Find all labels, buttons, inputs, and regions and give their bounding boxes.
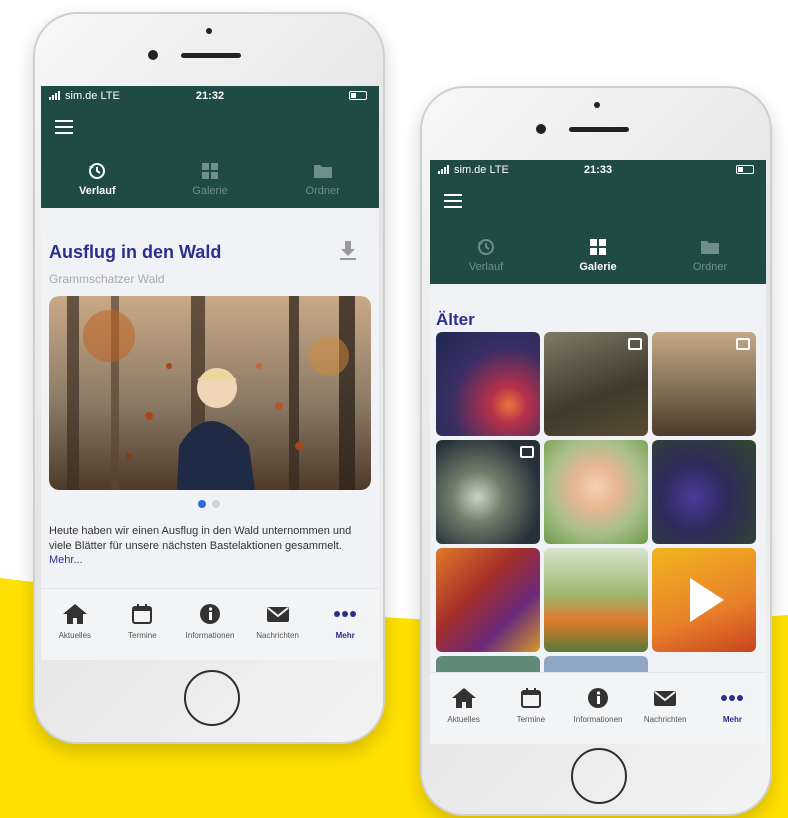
carousel-dot[interactable]: [212, 500, 220, 508]
post-title: Ausflug in den Wald: [49, 242, 222, 262]
screen-history: sim.de LTE 21:32 Verlauf Galerie Ordner: [41, 86, 379, 660]
mail-icon: [266, 607, 289, 622]
calendar-icon: [132, 604, 153, 624]
nav-aktuelles[interactable]: Aktuelles: [41, 589, 109, 660]
gallery-thumb-leaves[interactable]: [436, 548, 540, 652]
status-bar: sim.de LTE 21:33: [430, 160, 766, 180]
info-icon: [588, 688, 608, 708]
nav-nachrichten-label: Nachrichten: [643, 715, 687, 724]
hamburger-menu-icon[interactable]: [444, 194, 462, 208]
nav-mehr[interactable]: Mehr: [311, 589, 379, 660]
nav-termine[interactable]: Termine: [497, 673, 564, 744]
info-icon: [199, 604, 220, 624]
clock: 21:33: [583, 164, 613, 176]
grid-icon: [202, 163, 218, 179]
home-button[interactable]: [571, 748, 627, 804]
app-header: Verlauf Galerie Ordner: [430, 180, 766, 284]
post-location: Grammschatzer Wald: [49, 272, 165, 286]
battery-icon: [736, 165, 754, 174]
nav-informationen-label: Informationen: [185, 631, 235, 640]
folder-icon: [313, 165, 332, 178]
mail-icon: [654, 691, 677, 706]
history-icon: [478, 239, 494, 255]
nav-informationen[interactable]: Informationen: [176, 589, 244, 660]
more-icon: [334, 611, 357, 617]
hamburger-menu-icon[interactable]: [55, 120, 73, 134]
carousel-dots: [198, 500, 220, 508]
nav-nachrichten[interactable]: Nachrichten: [244, 589, 312, 660]
tab-ordner[interactable]: Ordner: [266, 152, 379, 208]
tab-verlauf-label: Verlauf: [468, 261, 504, 273]
play-icon: [690, 578, 724, 622]
home-icon: [62, 604, 87, 624]
home-icon: [451, 688, 476, 708]
multi-image-icon: [520, 446, 534, 458]
proximity-sensor: [594, 102, 600, 108]
tab-verlauf[interactable]: Verlauf: [430, 228, 542, 284]
calendar-icon: [520, 688, 541, 708]
tab-galerie[interactable]: Galerie: [154, 152, 267, 208]
nav-mehr-label: Mehr: [335, 631, 355, 640]
gallery-thumb-forest-kids[interactable]: [544, 332, 648, 436]
tab-ordner-label: Ordner: [692, 261, 728, 273]
history-icon: [89, 163, 106, 179]
nav-mehr[interactable]: Mehr: [699, 673, 766, 744]
multi-image-icon: [628, 338, 642, 350]
view-tabs: Verlauf Galerie Ordner: [430, 228, 766, 284]
proximity-sensor: [206, 28, 212, 34]
more-icon: [721, 695, 744, 701]
phone-right: sim.de LTE 21:33 Verlauf Galerie Ordner: [420, 86, 772, 816]
gallery-thumb-video[interactable]: [652, 548, 756, 652]
tab-ordner-label: Ordner: [305, 185, 340, 197]
post-description: Heute haben wir einen Ausflug in den Wal…: [49, 525, 352, 552]
gallery-thumb-bubbles[interactable]: [544, 548, 648, 652]
nav-termine-label: Termine: [128, 631, 157, 640]
nav-nachrichten-label: Nachrichten: [256, 631, 299, 640]
nav-mehr-label: Mehr: [722, 715, 742, 724]
screen-gallery: sim.de LTE 21:33 Verlauf Galerie Ordner: [430, 160, 766, 744]
tab-verlauf[interactable]: Verlauf: [41, 152, 154, 208]
clock: 21:32: [195, 90, 225, 102]
home-button[interactable]: [184, 670, 240, 726]
section-heading: Älter: [436, 310, 475, 329]
status-bar: sim.de LTE 21:32: [41, 86, 379, 106]
gallery-thumb-forest-child[interactable]: [652, 332, 756, 436]
nav-nachrichten[interactable]: Nachrichten: [632, 673, 699, 744]
bottom-navigation: Aktuelles Termine Informationen Nachrich…: [430, 672, 766, 744]
tab-ordner[interactable]: Ordner: [654, 228, 766, 284]
tab-verlauf-label: Verlauf: [78, 185, 116, 197]
tab-galerie[interactable]: Galerie: [542, 228, 654, 284]
download-icon[interactable]: [339, 240, 357, 260]
post-photo[interactable]: [49, 296, 371, 490]
earpiece-speaker: [181, 53, 241, 58]
gallery-thumb-flowers-dark[interactable]: [436, 440, 540, 544]
gallery-thumb-painting-girl[interactable]: [544, 440, 648, 544]
bottom-navigation: Aktuelles Termine Informationen Nachrich…: [41, 588, 379, 660]
phone-left: sim.de LTE 21:32 Verlauf Galerie Ordner: [33, 12, 385, 744]
front-camera: [148, 50, 158, 60]
front-camera: [536, 124, 546, 134]
nav-informationen[interactable]: Informationen: [564, 673, 631, 744]
nav-aktuelles-label: Aktuelles: [447, 715, 480, 724]
more-link[interactable]: Mehr...: [49, 554, 83, 566]
gallery-thumb-candle[interactable]: [436, 332, 540, 436]
grid-icon: [590, 239, 606, 255]
gallery-thumb-iris[interactable]: [652, 440, 756, 544]
folder-icon: [701, 241, 719, 254]
view-tabs: Verlauf Galerie Ordner: [41, 152, 379, 208]
multi-image-icon: [736, 338, 750, 350]
tab-galerie-label: Galerie: [579, 261, 617, 273]
nav-termine[interactable]: Termine: [109, 589, 177, 660]
battery-icon: [349, 91, 367, 100]
nav-aktuelles[interactable]: Aktuelles: [430, 673, 497, 744]
nav-aktuelles-label: Aktuelles: [58, 631, 92, 640]
tab-galerie-label: Galerie: [192, 185, 228, 197]
carousel-dot-active[interactable]: [198, 500, 206, 508]
nav-termine-label: Termine: [516, 715, 546, 724]
app-header: Verlauf Galerie Ordner: [41, 106, 379, 208]
earpiece-speaker: [569, 127, 629, 132]
nav-informationen-label: Informationen: [573, 715, 623, 724]
